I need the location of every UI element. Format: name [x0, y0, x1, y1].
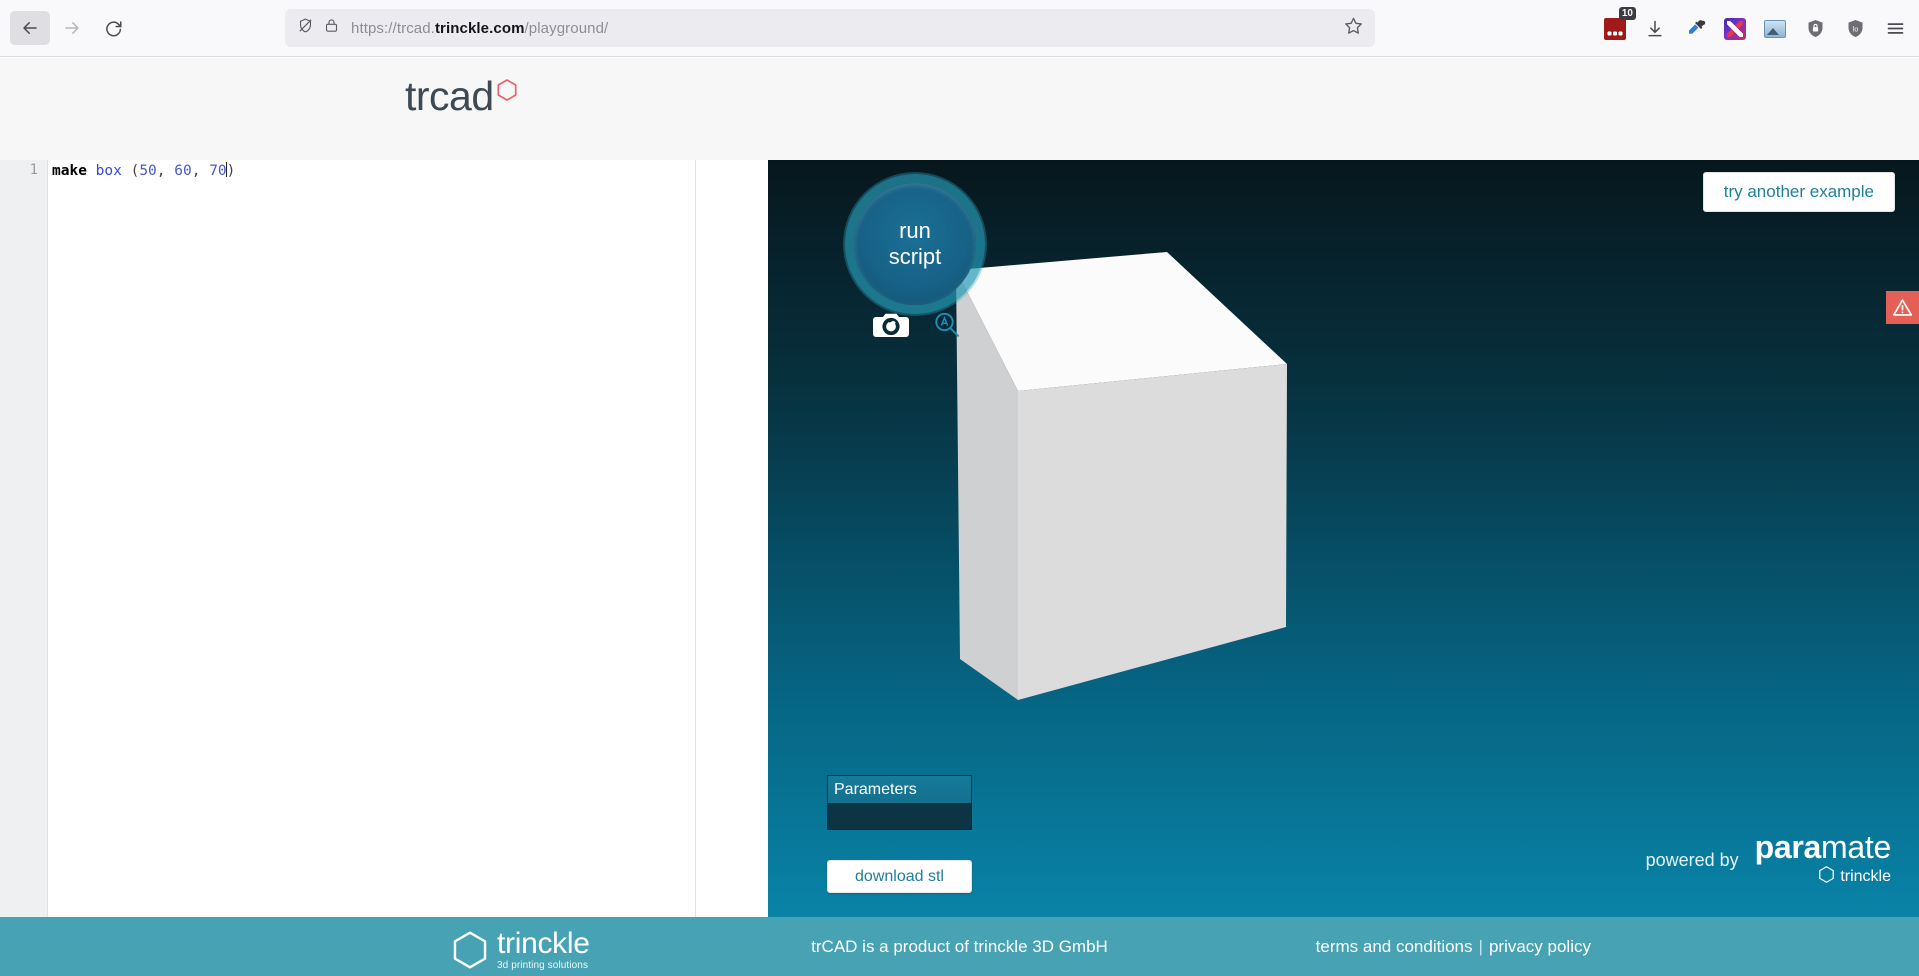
reload-button[interactable] [94, 11, 134, 45]
trinckle-footer-logo[interactable]: trinckle 3d printing solutions [451, 929, 590, 976]
shield-lock-icon[interactable] [1801, 15, 1829, 43]
parameters-panel-title: Parameters [828, 776, 971, 803]
warning-triangle-icon[interactable] [1886, 291, 1919, 324]
viewport-tools [872, 310, 962, 340]
paramate-trinckle-sub: trinckle [1818, 865, 1891, 889]
run-script-label-line2: script [888, 244, 942, 269]
url-domain: trinckle.com [434, 19, 525, 37]
code-token-arg2: 60 [174, 163, 192, 179]
editor-vertical-divider [695, 160, 696, 917]
footer-links-separator: | [1478, 936, 1483, 956]
try-another-example-button[interactable]: try another example [1702, 172, 1895, 212]
trcad-logo[interactable]: trcad [405, 76, 518, 117]
lock-icon[interactable] [324, 17, 339, 39]
bookmark-star-icon[interactable] [1344, 16, 1363, 40]
trinckle-logo-word: trinckle [497, 927, 590, 960]
magnifier-auto-icon[interactable] [932, 310, 962, 340]
code-area[interactable]: make box (50, 60, 70) [48, 160, 768, 917]
site-header: trcad EDITOR | PLAYGROUND | DOCUMENTATIO… [0, 58, 1919, 189]
browser-nav-buttons [0, 11, 134, 45]
app-menu-icon[interactable] [1881, 15, 1909, 43]
url-scheme: https:// [351, 19, 397, 37]
tracking-protection-icon[interactable] [297, 17, 314, 39]
footer-product-text: trCAD is a product of trinckle 3D GmbH [811, 936, 1108, 956]
paramate-wordmark-bold: para [1754, 829, 1822, 865]
privacy-policy-link[interactable]: privacy policy [1489, 937, 1591, 957]
code-token-arg3: 70 [209, 163, 227, 179]
terms-and-conditions-link[interactable]: terms and conditions [1316, 937, 1473, 957]
downloads-icon[interactable] [1641, 15, 1669, 43]
code-token-comma: , [156, 163, 175, 179]
paramate-wordmark: paramate [1754, 829, 1892, 865]
3d-viewport[interactable]: run script try another example Parameter… [768, 160, 1919, 917]
code-token-comma: , [191, 163, 210, 179]
url-text: https://trcad.trinckle.com/playground/ [351, 20, 608, 37]
svg-text:lo: lo [1852, 26, 1858, 33]
trinckle-logo-tagline: 3d printing solutions [497, 960, 589, 971]
eyedropper-icon[interactable] [1681, 15, 1709, 43]
url-subdomain: trcad. [396, 19, 435, 37]
browser-toolbar: https://trcad.trinckle.com/playground/ 1… [0, 0, 1919, 57]
paramate-trinckle-label: trinckle [1840, 868, 1891, 885]
run-script-label-line1: run [899, 218, 931, 243]
paramate-wordmark-light: mate [1821, 829, 1891, 865]
hexagon-outline-icon [496, 78, 518, 107]
run-script-button[interactable]: run script [854, 183, 976, 305]
lastpass-icon[interactable]: lo [1841, 15, 1869, 43]
site-footer: trinckle 3d printing solutions trCAD is … [0, 917, 1919, 976]
parameters-panel[interactable]: Parameters [827, 775, 972, 830]
powered-by-paramate: powered by paramate trinckle [1645, 829, 1892, 889]
editor-gutter: 1 [0, 160, 48, 917]
screenshot-icon[interactable] [1761, 15, 1789, 43]
colorzilla-icon[interactable] [1721, 15, 1749, 43]
url-path: /playground/ [524, 19, 609, 37]
trcad-logo-text: trcad [405, 73, 494, 119]
browser-extension-icons: 10 lo [1601, 0, 1909, 57]
paramate-logo: paramate trinckle [1754, 829, 1892, 889]
hexagon-outline-icon [1818, 865, 1835, 889]
address-bar-icons [297, 17, 339, 39]
code-token-keyword: make [52, 163, 87, 179]
code-editor-pane[interactable]: 1 make box (50, 60, 70) [0, 160, 768, 917]
trinckle-wordmark: trinckle 3d printing solutions [497, 927, 590, 972]
footer-links: terms and conditions | privacy policy [1316, 917, 1591, 976]
code-token-paren-close: ) [226, 163, 236, 179]
line-number: 1 [29, 162, 38, 178]
address-bar[interactable]: https://trcad.trinckle.com/playground/ [285, 9, 1375, 47]
ublock-origin-icon[interactable]: 10 [1601, 6, 1636, 43]
hexagon-outline-icon [451, 929, 489, 976]
parameters-panel-body[interactable] [828, 803, 971, 829]
back-button[interactable] [10, 11, 50, 45]
code-token-arg1: 50 [139, 163, 157, 179]
camera-reset-icon[interactable] [872, 310, 910, 340]
code-line-1[interactable]: make box (50, 60, 70) [52, 162, 235, 180]
code-token-function: box [95, 163, 122, 179]
forward-button[interactable] [52, 11, 92, 45]
download-stl-button[interactable]: download stl [827, 860, 972, 893]
powered-by-label: powered by [1645, 849, 1739, 870]
ublock-badge-count: 10 [1618, 6, 1636, 20]
